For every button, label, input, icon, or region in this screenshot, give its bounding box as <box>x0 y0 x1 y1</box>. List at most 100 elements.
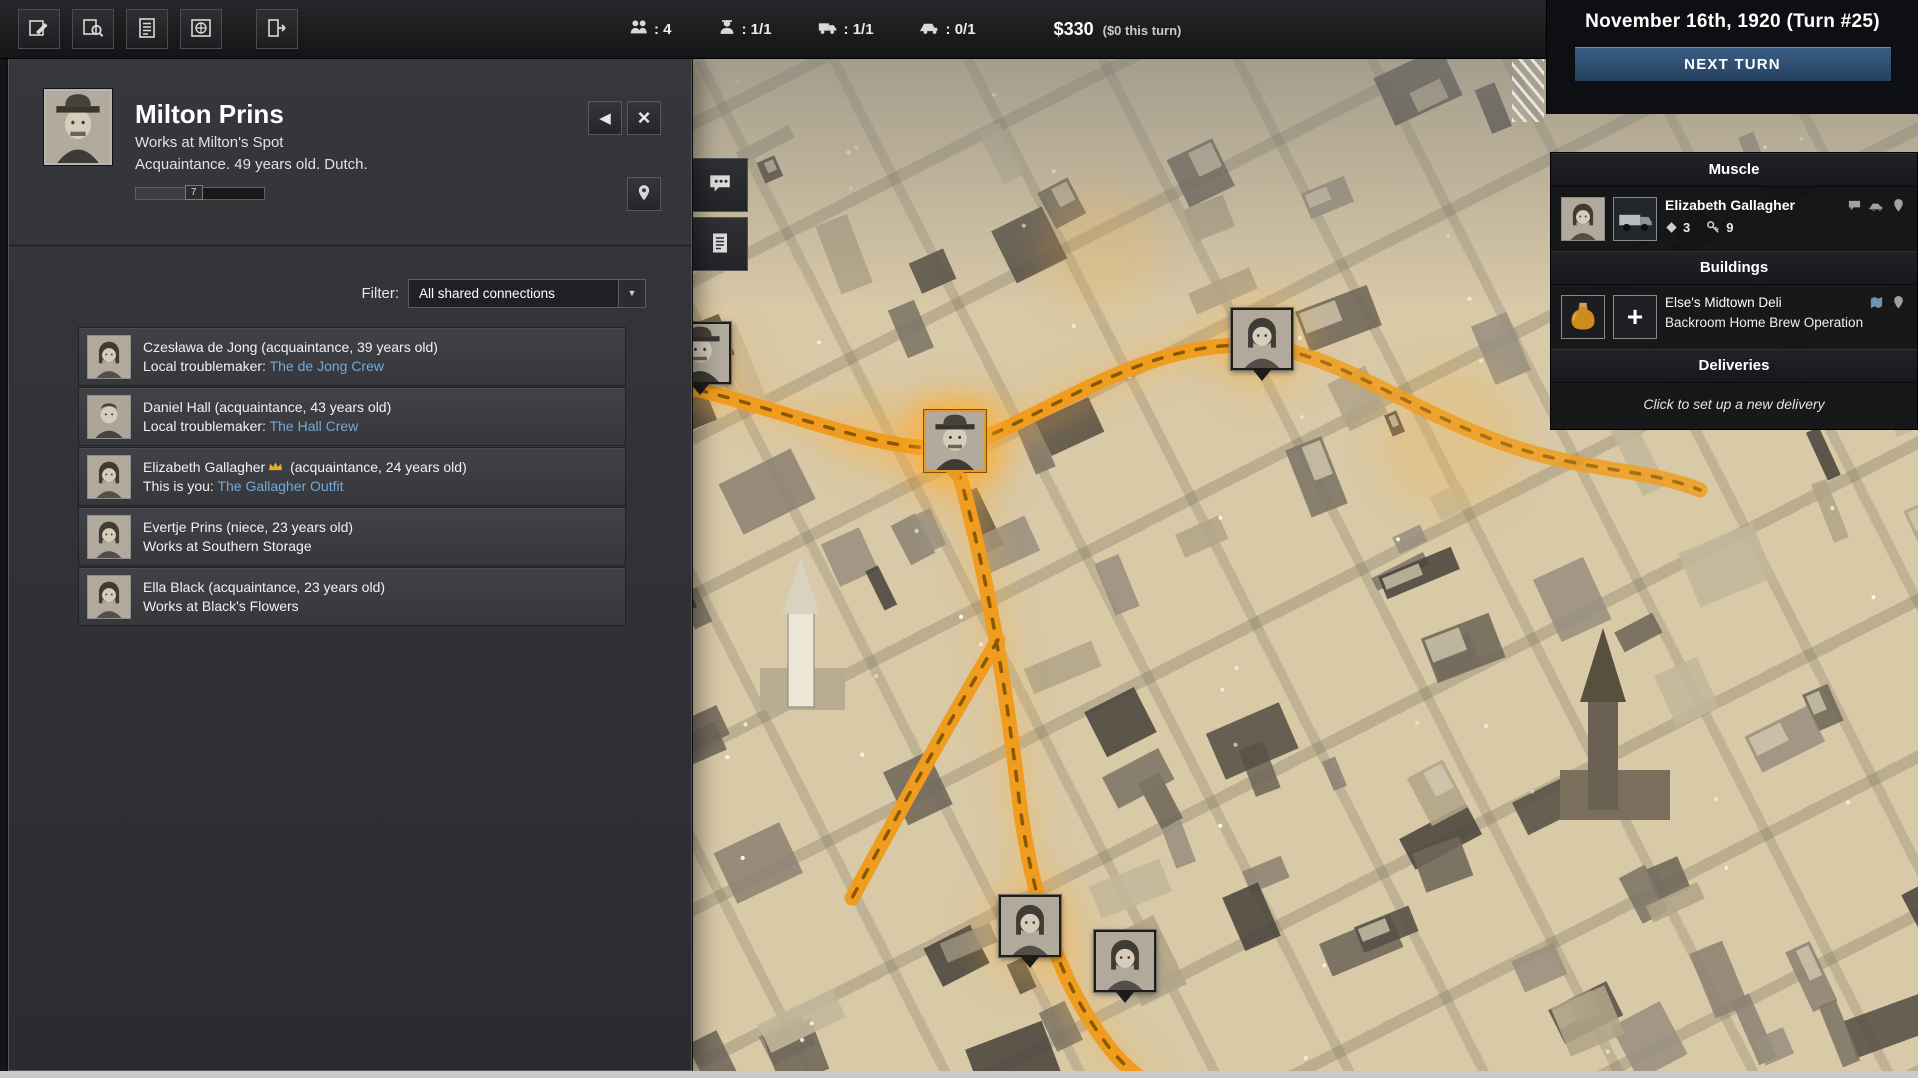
muscle-header: Muscle <box>1551 153 1917 187</box>
map-notes-icon <box>27 16 51 43</box>
back-arrow-icon: ◀ <box>599 110 611 127</box>
bottom-edge-strip <box>0 1071 1918 1078</box>
connection-portrait <box>87 394 131 439</box>
vehicle-icon <box>918 16 942 42</box>
connection-portrait <box>87 454 131 499</box>
dialogue-log-button[interactable] <box>692 158 748 212</box>
connection-line1: Czesława de Jong (acquaintance, 39 years… <box>143 338 438 355</box>
connection-line2: This is you: The Gallagher Outfit <box>143 477 344 494</box>
connection-row[interactable]: Ella Black (acquaintance, 23 years old) … <box>78 567 626 626</box>
filter-selected-value: All shared connections <box>419 286 555 301</box>
map-pin-icon <box>635 184 653 205</box>
money-this-turn: ($0 this turn) <box>1102 22 1182 38</box>
connection-line1: Daniel Hall (acquaintance, 43 years old) <box>143 398 392 415</box>
relationship-fill <box>136 188 185 199</box>
building-mini-icons <box>1868 295 1907 310</box>
building-row[interactable]: + Else's Midtown Deli Backroom Home Brew… <box>1551 285 1917 349</box>
map-search-button[interactable] <box>72 9 114 49</box>
locate-on-map-button[interactable] <box>627 177 661 211</box>
connection-row[interactable]: Daniel Hall (acquaintance, 43 years old)… <box>78 387 626 446</box>
muscle-vehicle-thumb[interactable] <box>1613 197 1657 241</box>
marker-portrait <box>1094 930 1156 992</box>
marker-portrait <box>924 410 986 472</box>
add-operation-button[interactable]: + <box>1613 295 1657 339</box>
marker-pointer <box>946 472 964 483</box>
ledger-button[interactable] <box>126 9 168 49</box>
muscle-info: Elizabeth Gallagher 3 9 <box>1665 197 1907 241</box>
connections-filter-dropdown[interactable]: All shared connections ▼ <box>408 279 646 308</box>
pin-icon <box>1894 295 1903 309</box>
connection-portrait <box>87 574 131 619</box>
map-marker-elizabeth[interactable] <box>1231 308 1293 382</box>
crew-link[interactable]: The de Jong Crew <box>270 358 384 374</box>
church-right <box>1560 628 1670 820</box>
document-icon <box>708 230 732 259</box>
close-button[interactable]: × <box>627 101 661 135</box>
connection-line1: Elizabeth Gallagher (acquaintance, 24 ye… <box>143 458 467 475</box>
crew-link[interactable]: The Hall Crew <box>270 418 359 434</box>
new-delivery-hint[interactable]: Click to set up a new delivery <box>1551 383 1917 429</box>
map-marker-south-1[interactable] <box>999 895 1061 969</box>
connection-line1: Evertje Prins (niece, 23 years old) <box>143 518 354 535</box>
connection-portrait <box>87 334 131 379</box>
map-notes-button[interactable] <box>18 9 60 49</box>
panel-divider <box>9 245 691 247</box>
muscle-name: Elizabeth Gallagher <box>1665 197 1795 213</box>
buildings-header: Buildings <box>1551 251 1917 285</box>
connection-line2: Local troublemaker: The de Jong Crew <box>143 357 384 374</box>
world-map-button[interactable] <box>180 9 222 49</box>
map-marker-milton[interactable] <box>924 410 986 484</box>
map-side-buttons <box>692 158 748 271</box>
stat-truck-value: : 1/1 <box>843 20 874 38</box>
muscle-stat-a-value: 3 <box>1683 220 1691 235</box>
connection-line2: Local troublemaker: The Hall Crew <box>143 417 359 434</box>
money-amount: $330 <box>1053 18 1094 39</box>
truck-icon <box>816 16 840 42</box>
speech-bubble-icon <box>706 171 734 200</box>
muscle-portrait[interactable] <box>1561 197 1605 241</box>
game-date: November 16th, 1920 (Turn #25) <box>1585 11 1880 32</box>
marker-pointer <box>691 384 709 395</box>
globe-icon <box>189 16 213 43</box>
ledger-icon <box>135 16 159 43</box>
crown-icon <box>269 461 283 470</box>
map-marker-south-2[interactable] <box>1094 930 1156 1004</box>
muscle-stats: 3 9 <box>1665 220 1907 235</box>
connection-row[interactable]: Elizabeth Gallagher (acquaintance, 24 ye… <box>78 447 626 506</box>
car-icon <box>1869 203 1883 211</box>
chevron-down-icon: ▼ <box>618 280 645 307</box>
church-left <box>760 558 845 710</box>
building-info: Else's Midtown Deli Backroom Home Brew O… <box>1665 295 1907 339</box>
connection-row[interactable]: Evertje Prins (niece, 23 years old) Work… <box>78 507 626 566</box>
next-turn-button[interactable]: NEXT TURN <box>1573 46 1892 82</box>
screen-left-edge <box>0 58 8 1078</box>
tasks-list-button[interactable] <box>692 217 748 271</box>
exit-button[interactable] <box>256 9 298 49</box>
connection-line2: Works at Southern Storage <box>143 537 312 554</box>
stat-crew-value: : 4 <box>654 20 672 38</box>
building-name: Else's Midtown Deli <box>1665 295 1782 310</box>
resource-stats: : 4 : 1/1 : 1/1 : 0/1 $330 ($0 this turn… <box>628 0 1181 58</box>
muscle-stat-badge: 3 <box>1665 220 1690 235</box>
map-search-icon <box>81 16 105 43</box>
connection-row[interactable]: Czesława de Jong (acquaintance, 39 years… <box>78 327 626 386</box>
turn-panel: November 16th, 1920 (Turn #25) NEXT TURN <box>1546 0 1918 114</box>
relationship-value: 7 <box>184 185 203 200</box>
stat-crew: : 4 <box>628 16 672 42</box>
connection-line1: Ella Black (acquaintance, 23 years old) <box>143 578 386 595</box>
building-product-thumb[interactable] <box>1561 295 1605 339</box>
stat-muscle-value: : 1/1 <box>741 20 772 38</box>
character-name: Milton Prins <box>135 99 284 129</box>
relationship-bar: 7 <box>135 185 265 200</box>
back-button[interactable]: ◀ <box>588 101 622 135</box>
exit-door-icon <box>265 16 289 43</box>
muscle-stat-b-value: 9 <box>1726 220 1734 235</box>
map-icon <box>1870 296 1883 309</box>
connections-list: Czesława de Jong (acquaintance, 39 years… <box>78 327 626 627</box>
speech-bubble-icon <box>1848 200 1861 210</box>
marker-pointer <box>1021 957 1039 968</box>
stacked-pages-decoration <box>1512 58 1544 122</box>
crew-link[interactable]: The Gallagher Outfit <box>217 478 343 494</box>
muscle-row[interactable]: Elizabeth Gallagher 3 9 <box>1551 187 1917 251</box>
toolbar <box>18 9 298 49</box>
